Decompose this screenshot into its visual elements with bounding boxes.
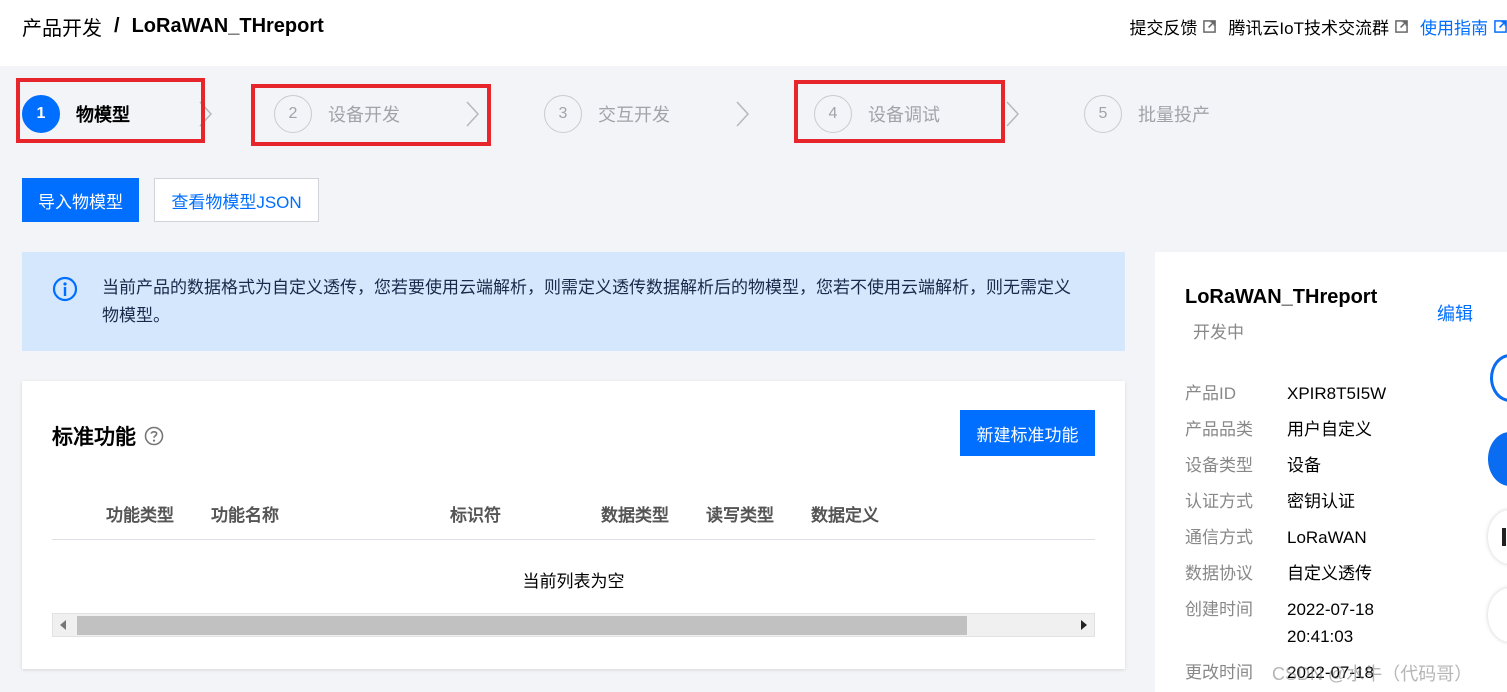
- steps-bar: 1 物模型 2 设备开发 3 交互开发 4 设备调试 5 批量投产: [0, 80, 1507, 150]
- user-guide-label: 使用指南: [1420, 19, 1488, 38]
- step-label: 交互开发: [598, 105, 670, 125]
- external-link-icon: [1395, 20, 1408, 33]
- breadcrumb-separator: /: [114, 15, 120, 37]
- community-label: 腾讯云IoT技术交流群: [1228, 19, 1389, 38]
- info-key: 设备类型: [1185, 456, 1253, 475]
- notice-text: 当前产品的数据格式为自定义透传，您若要使用云端解析，则需定义透传数据解析后的物模…: [102, 278, 1071, 325]
- feedback-label: 提交反馈: [1129, 19, 1198, 38]
- info-row: 20:41:03: [1185, 623, 1353, 650]
- watermark: CSDN @水牛（代码哥）: [1272, 664, 1473, 684]
- doc-bar-icon: [1502, 528, 1506, 546]
- scroll-left-arrow-icon[interactable]: [59, 619, 67, 631]
- external-link-icon: [1494, 20, 1507, 33]
- info-value: 20:41:03: [1287, 627, 1354, 646]
- breadcrumb-root[interactable]: 产品开发: [22, 12, 102, 41]
- view-model-json-button[interactable]: 查看物模型JSON: [154, 178, 319, 222]
- info-row: 产品品类 用户自定义: [1185, 416, 1372, 443]
- highlight-box-step2: [251, 84, 491, 146]
- info-key: [1185, 623, 1287, 650]
- scroll-right-arrow-icon[interactable]: [1080, 619, 1088, 631]
- scrollbar-thumb[interactable]: [77, 616, 967, 635]
- step-interaction-dev[interactable]: 3 交互开发: [544, 94, 670, 134]
- column-header: 数据定义: [811, 506, 879, 525]
- standard-functions-title: 标准功能: [52, 426, 136, 449]
- chevron-right-icon: [1006, 101, 1020, 127]
- table-divider: [52, 539, 1095, 540]
- product-status: 开发中: [1193, 323, 1244, 342]
- info-key: 通信方式: [1185, 528, 1253, 547]
- info-row: 数据协议 自定义透传: [1185, 560, 1372, 587]
- highlight-box-step4: [794, 80, 1005, 143]
- info-row: 产品ID XPIR8T5I5W: [1185, 380, 1386, 407]
- info-key: 产品品类: [1185, 420, 1253, 439]
- column-header: 数据类型: [601, 506, 669, 525]
- column-header: 功能名称: [211, 506, 279, 525]
- info-row: 设备类型 设备: [1185, 452, 1321, 479]
- card-title: 标准功能: [52, 421, 164, 451]
- product-info-panel: LoRaWAN_THreport 开发中 编辑 产品ID XPIR8T5I5W 产…: [1155, 252, 1507, 692]
- info-value: 设备: [1287, 456, 1321, 475]
- column-header: 标识符: [450, 506, 501, 525]
- info-value: XPIR8T5I5W: [1287, 384, 1387, 403]
- feedback-link[interactable]: 提交反馈: [1129, 14, 1217, 39]
- info-value: 密钥认证: [1287, 492, 1355, 511]
- import-thing-model-button[interactable]: 导入物模型: [22, 178, 139, 222]
- step-mass-production[interactable]: 5 批量投产: [1084, 94, 1210, 134]
- chevron-right-icon: [736, 101, 750, 127]
- user-guide-link[interactable]: 使用指南: [1420, 14, 1507, 39]
- header-links: 提交反馈 腾讯云IoT技术交流群 使用指南: [1129, 14, 1507, 39]
- info-row: 创建时间 2022-07-18: [1185, 596, 1374, 623]
- empty-text: 当前列表为空: [522, 572, 625, 591]
- help-icon[interactable]: [144, 426, 164, 446]
- top-header: 产品开发 / LoRaWAN_THreport 提交反馈 腾讯云IoT技术交流群…: [0, 0, 1507, 66]
- info-key: 认证方式: [1185, 492, 1253, 511]
- info-row: 认证方式 密钥认证: [1185, 488, 1355, 515]
- info-key: 创建时间: [1185, 600, 1253, 619]
- info-value: 2022-07-18: [1287, 600, 1374, 619]
- external-link-icon: [1203, 20, 1217, 33]
- info-icon: [52, 276, 78, 302]
- info-value: LoRaWAN: [1287, 528, 1367, 547]
- product-name: LoRaWAN_THreport: [1185, 286, 1378, 308]
- info-key: 产品ID: [1185, 384, 1236, 403]
- info-key: 数据协议: [1185, 564, 1253, 583]
- info-value: 用户自定义: [1287, 420, 1372, 439]
- edit-link[interactable]: 编辑: [1437, 300, 1473, 326]
- step-number: 5: [1084, 95, 1122, 133]
- info-notice: 当前产品的数据格式为自定义透传，您若要使用云端解析，则需定义透传数据解析后的物模…: [22, 252, 1125, 351]
- step-label: 批量投产: [1138, 105, 1210, 125]
- info-value: 自定义透传: [1287, 564, 1372, 583]
- column-header: 功能类型: [106, 506, 174, 525]
- highlight-box-step1: [16, 78, 205, 143]
- community-group-link[interactable]: 腾讯云IoT技术交流群: [1228, 14, 1408, 39]
- column-header: 读写类型: [706, 506, 774, 525]
- step-number: 3: [544, 95, 582, 133]
- info-row: 通信方式 LoRaWAN: [1185, 524, 1367, 551]
- breadcrumb: 产品开发 / LoRaWAN_THreport: [22, 12, 324, 41]
- new-standard-function-button[interactable]: 新建标准功能: [960, 410, 1095, 456]
- breadcrumb-product-name: LoRaWAN_THreport: [131, 15, 324, 37]
- horizontal-scrollbar[interactable]: [52, 613, 1095, 637]
- standard-functions-card: 标准功能 新建标准功能 功能类型 功能名称 标识符 数据类型 读写类型 数据定义…: [22, 381, 1125, 669]
- empty-list-text: 当前列表为空: [22, 567, 1125, 592]
